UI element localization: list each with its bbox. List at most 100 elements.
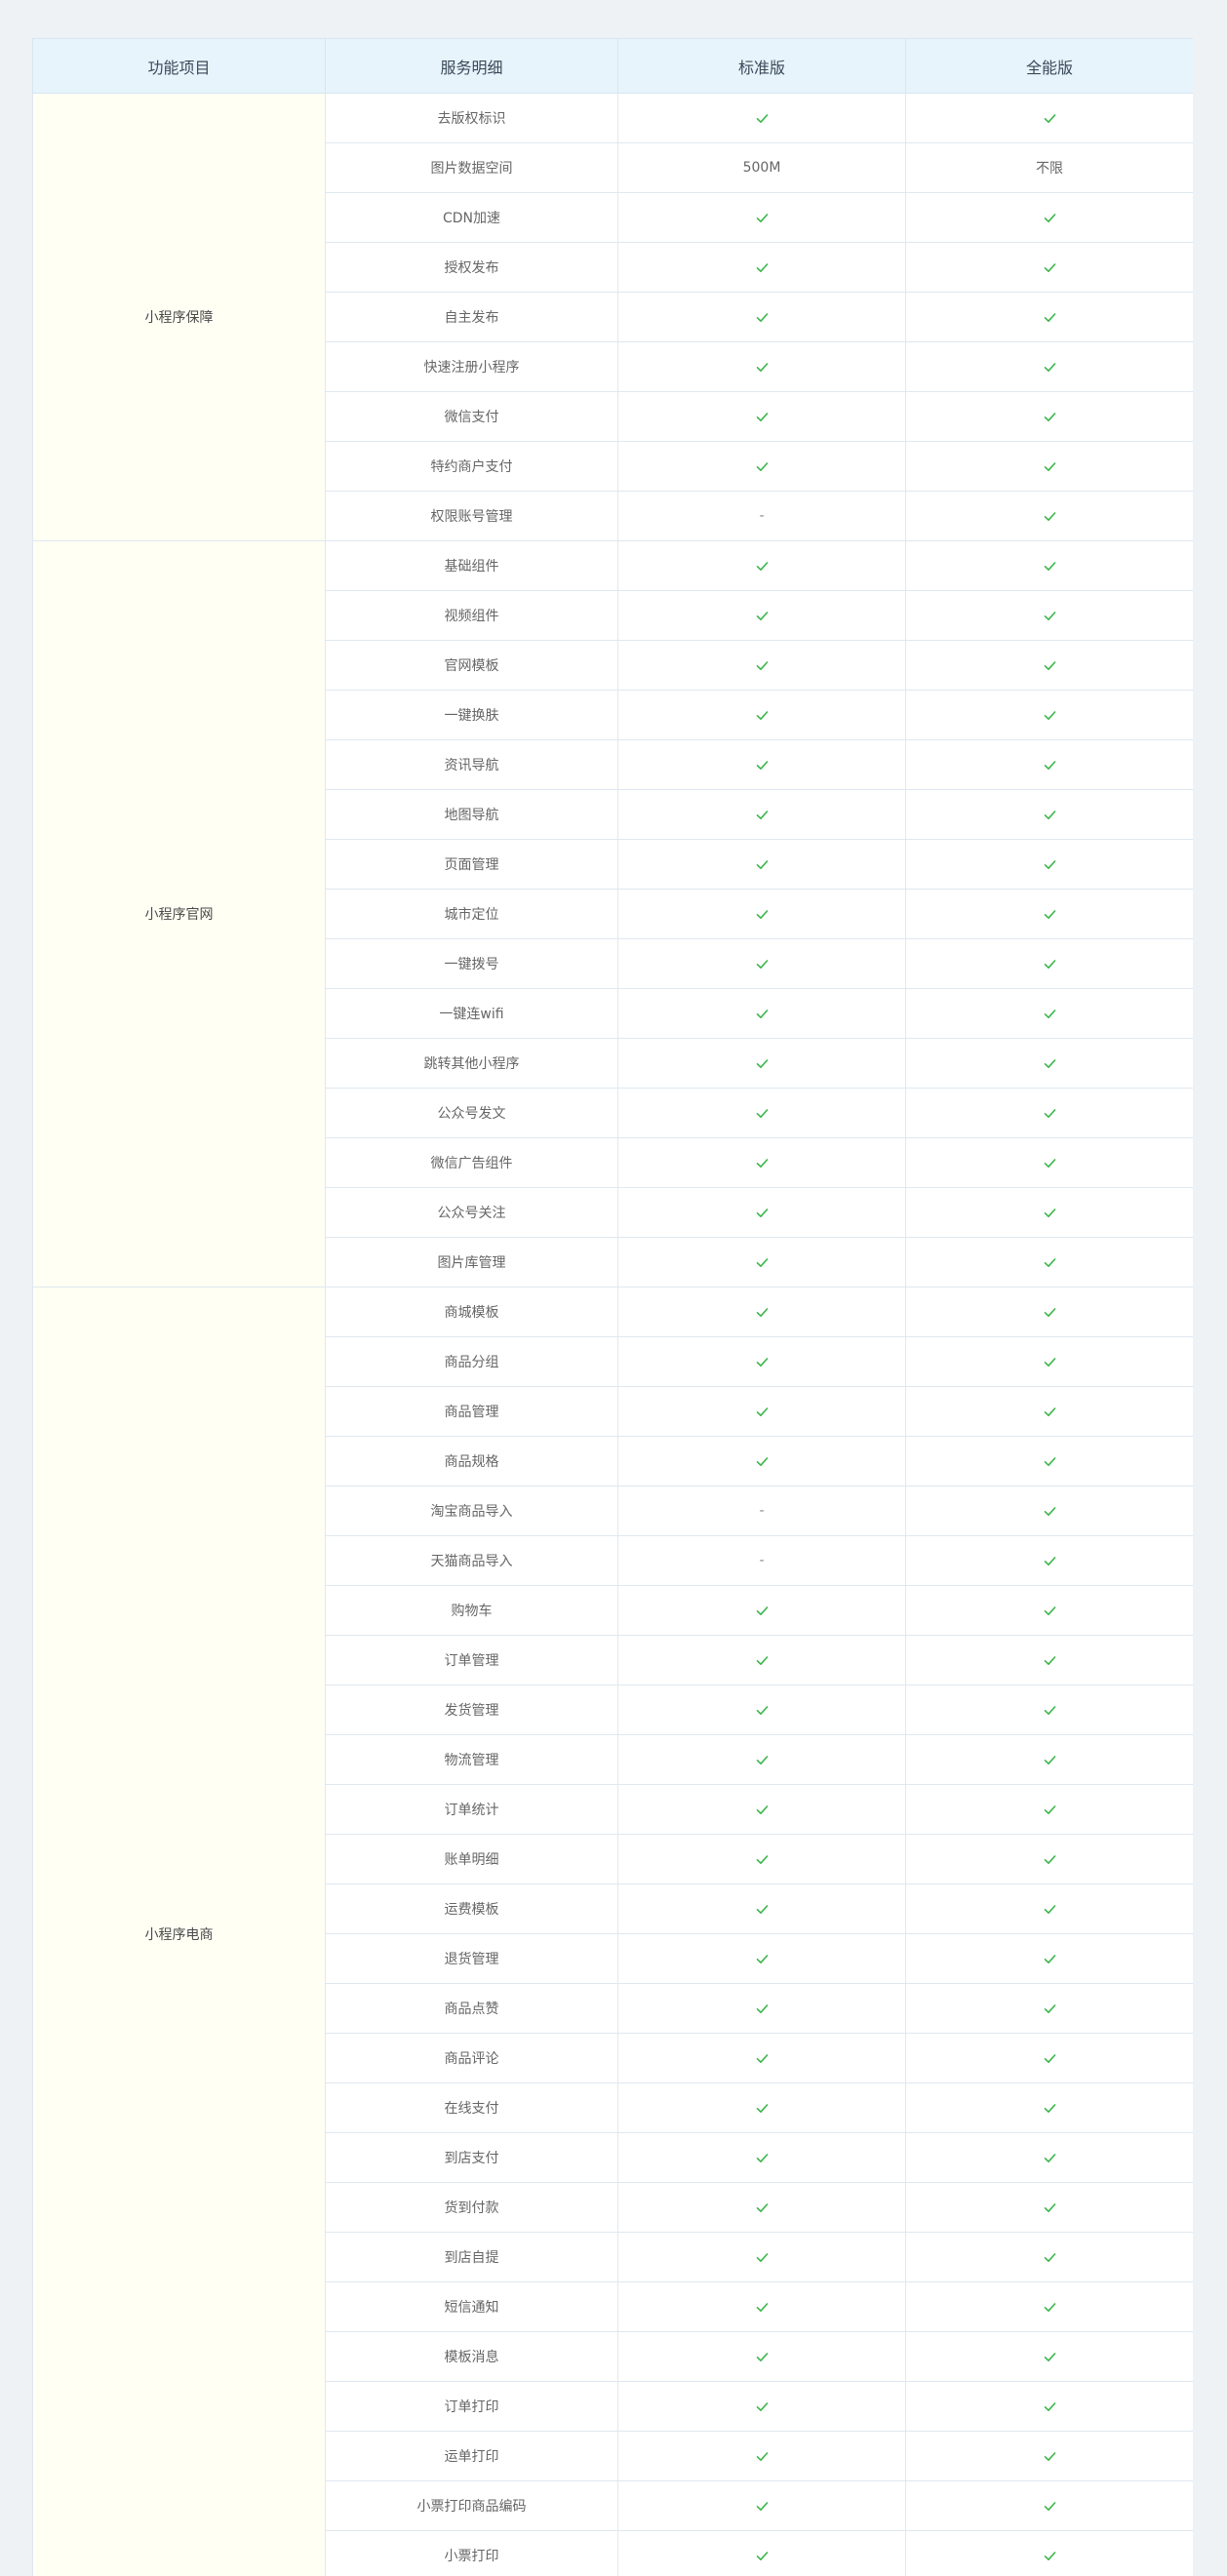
service-item-cell: 地图导航 (325, 789, 618, 840)
check-icon (756, 809, 769, 821)
full-included (905, 938, 1193, 989)
check-icon (1044, 1754, 1056, 1766)
service-item-cell: 小票打印 (325, 2530, 618, 2576)
full-included (905, 1336, 1193, 1387)
standard-included (617, 988, 906, 1039)
service-item-cell: 图片数据空间 (325, 142, 618, 193)
check-icon (756, 659, 769, 672)
check-icon (756, 1803, 769, 1816)
check-icon (1044, 659, 1056, 672)
standard-included (617, 739, 906, 790)
service-item-cell: 发货管理 (325, 1684, 618, 1735)
full-included (905, 1834, 1193, 1884)
service-item-cell: 淘宝商品导入 (325, 1486, 618, 1536)
standard-included (617, 540, 906, 591)
standard-included (617, 1237, 906, 1288)
full-included (905, 1088, 1193, 1138)
check-icon (1044, 311, 1056, 324)
service-item-cell: 特约商户支付 (325, 441, 618, 492)
standard-included (617, 1187, 906, 1238)
service-item-cell: 快速注册小程序 (325, 341, 618, 392)
service-item-cell: 一键连wifi (325, 988, 618, 1039)
standard-included (617, 1585, 906, 1636)
check-icon (756, 560, 769, 573)
feature-comparison-table-container: 功能项目 服务明细 标准版 全能版 小程序保障 去版权标识 图片数据空间 500M 不限… (32, 38, 1193, 2576)
standard-included (617, 1336, 906, 1387)
service-item-cell: 商品分组 (325, 1336, 618, 1387)
standard-included (617, 2033, 906, 2083)
service-item-cell: 基础组件 (325, 540, 618, 591)
check-icon (1044, 908, 1056, 921)
full-included (905, 2530, 1193, 2576)
service-item-cell: 图片库管理 (325, 1237, 618, 1288)
not-included-dash: - (759, 508, 765, 524)
check-icon (1044, 1356, 1056, 1368)
service-item-cell: 退货管理 (325, 1933, 618, 1984)
check-icon (1044, 1654, 1056, 1667)
service-item-cell: 订单管理 (325, 1635, 618, 1685)
standard-included (617, 2480, 906, 2531)
standard-included (617, 1137, 906, 1188)
service-item-cell: 商城模板 (325, 1287, 618, 1337)
check-icon (756, 2351, 769, 2363)
check-icon (756, 908, 769, 921)
check-icon (756, 1455, 769, 1468)
standard-value: 500M (617, 142, 906, 193)
check-icon (1044, 112, 1056, 125)
full-included (905, 2082, 1193, 2133)
full-included (905, 1137, 1193, 1188)
check-icon (1044, 2550, 1056, 2562)
standard-included (617, 1784, 906, 1835)
full-included (905, 2281, 1193, 2332)
standard-value: - (617, 491, 906, 541)
check-icon (756, 1406, 769, 1418)
service-item-cell: 权限账号管理 (325, 491, 618, 541)
full-included (905, 1585, 1193, 1636)
check-icon (1044, 1704, 1056, 1717)
check-icon (756, 858, 769, 871)
table-body: 小程序保障 去版权标识 图片数据空间 500M 不限 CDN加速 授权发布 自主发布 快速注册小… (32, 93, 1193, 2576)
full-included (905, 2480, 1193, 2531)
standard-included (617, 590, 906, 641)
standard-included (617, 1088, 906, 1138)
standard-included (617, 1287, 906, 1337)
check-icon (1044, 2450, 1056, 2463)
service-item-cell: 订单统计 (325, 1784, 618, 1835)
value-text: 500M (742, 160, 781, 176)
standard-included (617, 1933, 906, 1984)
full-included (905, 1436, 1193, 1486)
check-icon (1044, 2301, 1056, 2314)
standard-included (617, 391, 906, 442)
service-item-cell: 小票打印商品编码 (325, 2480, 618, 2531)
check-icon (1044, 261, 1056, 274)
full-included (905, 2182, 1193, 2233)
service-item-cell: 自主发布 (325, 292, 618, 342)
check-icon (1044, 2052, 1056, 2065)
check-icon (756, 1008, 769, 1020)
full-included (905, 242, 1193, 293)
full-included (905, 1237, 1193, 1288)
full-included (905, 1883, 1193, 1934)
full-included (905, 1784, 1193, 1835)
full-included (905, 1287, 1193, 1337)
check-icon (756, 1754, 769, 1766)
standard-included (617, 292, 906, 342)
header-row: 功能项目 服务明细 标准版 全能版 (32, 38, 1193, 94)
service-item-cell: 城市定位 (325, 889, 618, 939)
service-item-cell: 公众号关注 (325, 1187, 618, 1238)
service-item-cell: 公众号发文 (325, 1088, 618, 1138)
check-icon (1044, 1605, 1056, 1617)
standard-included (617, 640, 906, 691)
service-item-cell: 到店支付 (325, 2132, 618, 2183)
check-icon (1044, 2002, 1056, 2015)
service-item-cell: 微信广告组件 (325, 1137, 618, 1188)
service-item-cell: 页面管理 (325, 839, 618, 890)
check-icon (756, 2201, 769, 2214)
check-icon (1044, 2102, 1056, 2115)
full-value: 不限 (905, 142, 1193, 193)
check-icon (756, 1605, 769, 1617)
check-icon (756, 460, 769, 473)
check-icon (1044, 460, 1056, 473)
full-included (905, 1386, 1193, 1437)
check-icon (1044, 2201, 1056, 2214)
